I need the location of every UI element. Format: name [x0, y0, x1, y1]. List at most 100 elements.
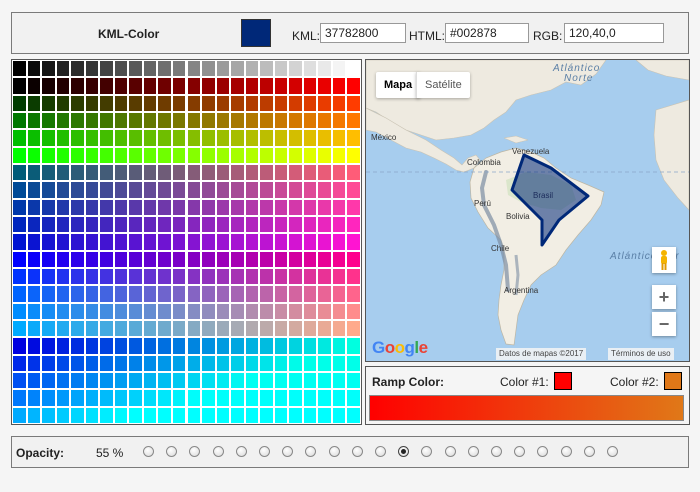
opacity-radio[interactable]	[235, 446, 247, 457]
palette-cell[interactable]	[215, 302, 231, 320]
palette-cell[interactable]	[317, 181, 332, 199]
html-input[interactable]	[445, 23, 529, 43]
palette-cell[interactable]	[215, 320, 231, 338]
palette-cell[interactable]	[142, 198, 158, 216]
palette-cell[interactable]	[186, 112, 202, 130]
palette-cell[interactable]	[171, 372, 187, 390]
palette-cell[interactable]	[346, 372, 361, 390]
palette-cell[interactable]	[244, 77, 260, 95]
palette-cell[interactable]	[99, 372, 114, 390]
palette-cell[interactable]	[70, 60, 85, 78]
palette-cell[interactable]	[302, 146, 318, 164]
palette-cell[interactable]	[259, 372, 274, 390]
palette-cell[interactable]	[346, 181, 361, 199]
opacity-radio[interactable]	[444, 446, 456, 457]
palette-cell[interactable]	[215, 337, 231, 355]
palette-cell[interactable]	[230, 302, 245, 320]
palette-cell[interactable]	[142, 164, 158, 182]
palette-cell[interactable]	[201, 233, 216, 251]
opacity-radio[interactable]	[328, 446, 340, 457]
palette-cell[interactable]	[171, 94, 187, 112]
palette-cell[interactable]	[142, 129, 158, 147]
palette-cell[interactable]	[41, 181, 56, 199]
palette-cell[interactable]	[215, 389, 231, 407]
palette-cell[interactable]	[157, 129, 172, 147]
palette-cell[interactable]	[273, 406, 289, 424]
palette-cell[interactable]	[26, 198, 42, 216]
palette-cell[interactable]	[317, 129, 332, 147]
palette-cell[interactable]	[171, 250, 187, 268]
palette-cell[interactable]	[346, 406, 361, 424]
palette-cell[interactable]	[331, 337, 347, 355]
palette-cell[interactable]	[12, 112, 27, 130]
palette-cell[interactable]	[26, 268, 42, 286]
palette-cell[interactable]	[99, 146, 114, 164]
palette-cell[interactable]	[157, 77, 172, 95]
palette-cell[interactable]	[128, 233, 143, 251]
map-attribution[interactable]: Datos de mapas ©2017	[496, 348, 587, 360]
opacity-radio[interactable]	[189, 446, 201, 457]
palette-cell[interactable]	[128, 129, 143, 147]
palette-cell[interactable]	[259, 94, 274, 112]
palette-cell[interactable]	[230, 77, 245, 95]
palette-cell[interactable]	[244, 372, 260, 390]
palette-cell[interactable]	[244, 233, 260, 251]
palette-cell[interactable]	[41, 268, 56, 286]
palette-cell[interactable]	[12, 216, 27, 234]
palette-cell[interactable]	[288, 302, 303, 320]
palette-cell[interactable]	[186, 60, 202, 78]
palette-cell[interactable]	[230, 112, 245, 130]
zoom-out-button[interactable]: −	[652, 312, 676, 336]
palette-cell[interactable]	[12, 181, 27, 199]
palette-cell[interactable]	[157, 181, 172, 199]
palette-cell[interactable]	[113, 129, 129, 147]
palette-cell[interactable]	[244, 60, 260, 78]
palette-cell[interactable]	[230, 94, 245, 112]
palette-cell[interactable]	[171, 198, 187, 216]
palette-cell[interactable]	[142, 372, 158, 390]
palette-cell[interactable]	[273, 250, 289, 268]
palette-cell[interactable]	[288, 372, 303, 390]
palette-cell[interactable]	[41, 354, 56, 372]
palette-cell[interactable]	[201, 129, 216, 147]
palette-cell[interactable]	[55, 302, 71, 320]
palette-cell[interactable]	[317, 354, 332, 372]
palette-cell[interactable]	[113, 146, 129, 164]
palette-cell[interactable]	[288, 268, 303, 286]
palette-cell[interactable]	[317, 60, 332, 78]
opacity-radio[interactable]	[166, 446, 178, 457]
palette-cell[interactable]	[55, 181, 71, 199]
palette-cell[interactable]	[26, 146, 42, 164]
palette-cell[interactable]	[273, 302, 289, 320]
palette-cell[interactable]	[12, 285, 27, 303]
palette-cell[interactable]	[273, 129, 289, 147]
palette-cell[interactable]	[12, 320, 27, 338]
palette-cell[interactable]	[142, 302, 158, 320]
palette-cell[interactable]	[230, 198, 245, 216]
palette-cell[interactable]	[70, 77, 85, 95]
palette-cell[interactable]	[26, 77, 42, 95]
palette-cell[interactable]	[230, 164, 245, 182]
palette-cell[interactable]	[70, 285, 85, 303]
palette-cell[interactable]	[201, 60, 216, 78]
palette-cell[interactable]	[215, 164, 231, 182]
palette-cell[interactable]	[273, 233, 289, 251]
palette-cell[interactable]	[346, 302, 361, 320]
palette-cell[interactable]	[288, 389, 303, 407]
palette-cell[interactable]	[12, 60, 27, 78]
map-type-map-button[interactable]: Mapa	[376, 72, 421, 98]
palette-cell[interactable]	[244, 164, 260, 182]
palette-cell[interactable]	[70, 129, 85, 147]
palette-cell[interactable]	[113, 198, 129, 216]
palette-cell[interactable]	[84, 389, 100, 407]
opacity-radio[interactable]	[467, 446, 479, 457]
palette-cell[interactable]	[26, 94, 42, 112]
palette-cell[interactable]	[41, 302, 56, 320]
palette-cell[interactable]	[288, 216, 303, 234]
palette-cell[interactable]	[84, 112, 100, 130]
palette-cell[interactable]	[55, 60, 71, 78]
palette-cell[interactable]	[142, 337, 158, 355]
palette-cell[interactable]	[259, 354, 274, 372]
palette-cell[interactable]	[302, 389, 318, 407]
palette-cell[interactable]	[113, 337, 129, 355]
